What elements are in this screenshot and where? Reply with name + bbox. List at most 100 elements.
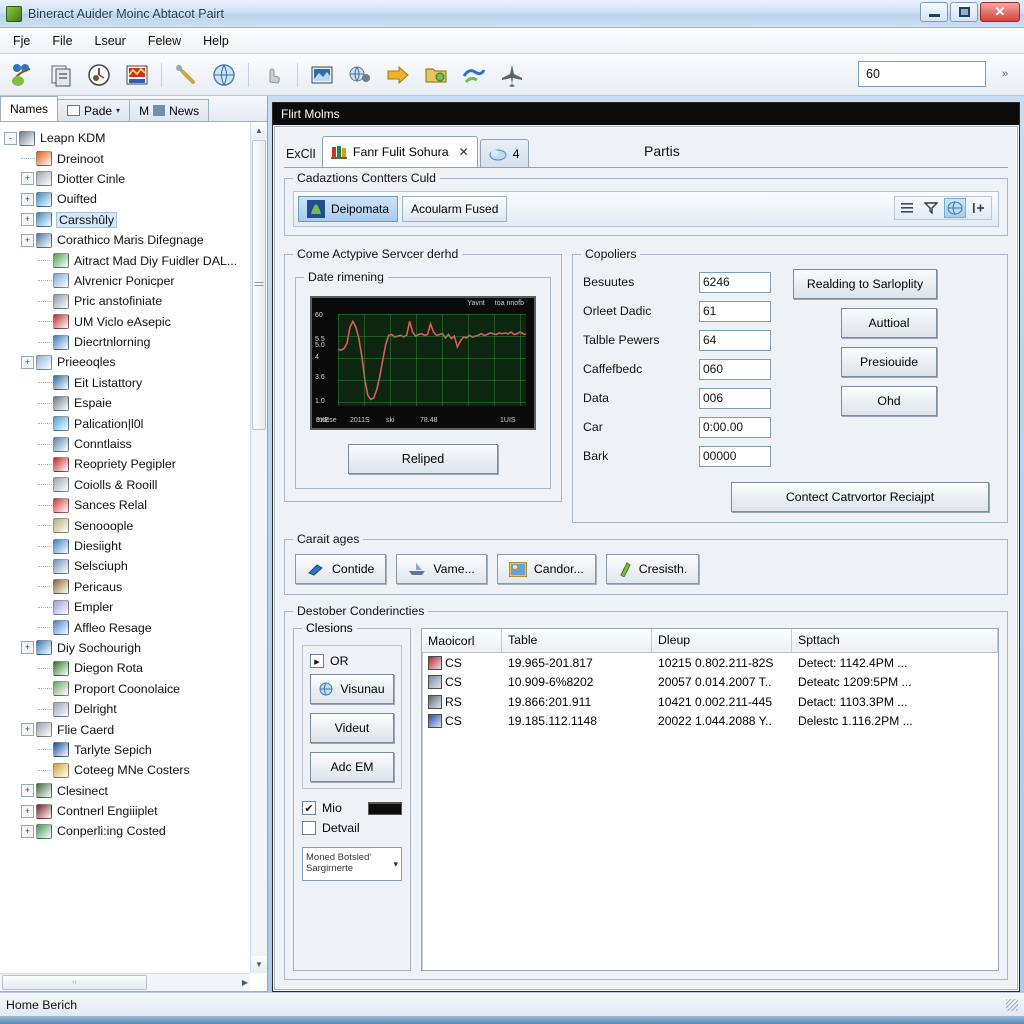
wrench-icon[interactable] xyxy=(169,58,203,92)
tree-item[interactable]: Reopriety Pegipler xyxy=(4,454,249,474)
tree-item[interactable]: Senooople xyxy=(4,515,249,535)
scissors-leaf-icon[interactable] xyxy=(6,58,40,92)
tab-pade[interactable]: Pade ▾ xyxy=(57,99,131,121)
trend-chart[interactable]: Yavnt toa nnofb 60 5.5 5.0 4 3.6 1.0 rns… xyxy=(310,296,536,430)
document-tab-1[interactable]: 4 xyxy=(479,139,529,167)
vertical-scroll-thumb[interactable] xyxy=(252,140,266,430)
search-go-button[interactable]: » xyxy=(994,63,1016,85)
adc-em-button[interactable]: Adc EM xyxy=(310,752,394,782)
tree-item[interactable]: + Clesinect xyxy=(4,781,249,801)
results-list[interactable]: Maoicorl Table Dleup Spttach CS 19.965-20… xyxy=(421,628,999,971)
copoliers-field-input[interactable] xyxy=(699,416,771,438)
mio-row[interactable]: ✔ Mio xyxy=(302,801,402,815)
close-icon[interactable]: ✕ xyxy=(459,145,469,159)
column-header-0[interactable]: Maoicorl xyxy=(422,629,502,652)
tree-item[interactable]: Diesiight xyxy=(4,536,249,556)
tree-item[interactable]: Alvrenicr Ponicper xyxy=(4,271,249,291)
tree-item[interactable]: Pericaus xyxy=(4,577,249,597)
tree-item[interactable]: Coteeg MNe Costers xyxy=(4,760,249,780)
search-box[interactable] xyxy=(858,61,986,87)
tree-expander-icon[interactable]: + xyxy=(21,723,34,737)
table-row[interactable]: RS 19.866:201.911 10421 0.002.211-445 Detac… xyxy=(422,692,998,712)
scroll-down-arrow[interactable]: ▼ xyxy=(251,956,267,973)
scroll-up-arrow[interactable]: ▲ xyxy=(251,122,267,139)
document-tab-0[interactable]: Fanr Fulit Sohura ✕ xyxy=(321,136,478,167)
tree-expander-icon[interactable]: + xyxy=(21,804,34,818)
tree-item[interactable]: Proport Coonolaice xyxy=(4,679,249,699)
copoliers-field-input[interactable] xyxy=(699,329,771,351)
menu-item-2[interactable]: Lseur xyxy=(84,31,137,51)
resize-grip-icon[interactable] xyxy=(1006,998,1018,1011)
cresisth-button[interactable]: Cresisth. xyxy=(605,554,700,584)
tree-item[interactable]: + Diy Sochourigh xyxy=(4,638,249,658)
network-globe-icon[interactable] xyxy=(343,58,377,92)
menu-item-1[interactable]: File xyxy=(41,31,83,51)
mode-combobox[interactable]: Moned Botsled' Sargirnerte ▾ xyxy=(302,847,402,881)
tree-expander-icon[interactable]: + xyxy=(21,784,34,798)
tree-item[interactable]: + Carsshûly xyxy=(4,210,249,230)
tree-expander-icon[interactable]: + xyxy=(21,172,34,186)
folder-tools-icon[interactable] xyxy=(419,58,453,92)
tree-expander-icon[interactable]: + xyxy=(21,192,34,206)
airplane-icon[interactable] xyxy=(495,58,529,92)
color-swatch[interactable] xyxy=(368,801,402,815)
tree-item[interactable]: Tarlyte Sepich xyxy=(4,740,249,760)
tree-item[interactable]: + Conperli:ing Costed xyxy=(4,821,249,841)
tree-expander-icon[interactable]: - xyxy=(4,131,17,145)
vame-button[interactable]: Vame... xyxy=(396,554,487,584)
tree-expander-icon[interactable]: + xyxy=(21,233,34,247)
tree-item[interactable]: UM Viclo eAsepic xyxy=(4,312,249,332)
menu-item-3[interactable]: Felew xyxy=(137,31,192,51)
auttioal-button[interactable]: Auttioal xyxy=(841,308,937,338)
copoliers-field-input[interactable] xyxy=(699,358,771,380)
scroll-right-arrow[interactable]: ▶ xyxy=(242,978,248,987)
copoliers-field-input[interactable] xyxy=(699,387,771,409)
clock-globe-icon[interactable] xyxy=(82,58,116,92)
ohd-button[interactable]: Ohd xyxy=(841,386,937,416)
tree-item[interactable]: Empler xyxy=(4,597,249,617)
tree-item[interactable]: + Flie Caerd xyxy=(4,719,249,739)
maximize-button[interactable] xyxy=(950,2,978,22)
menu-item-0[interactable]: Fje xyxy=(2,31,41,51)
horizontal-scroll-thumb[interactable]: ‹› xyxy=(2,975,147,990)
tree-item[interactable]: Pric anstofiniate xyxy=(4,291,249,311)
tree-item[interactable]: Aitract Mad Diy Fuidler DAL... xyxy=(4,250,249,270)
tree-item[interactable]: + Prieeoqles xyxy=(4,352,249,372)
copoliers-field-input[interactable] xyxy=(699,445,771,467)
tree-item[interactable]: Sances Relal xyxy=(4,495,249,515)
copoliers-field-input[interactable] xyxy=(699,300,771,322)
column-header-1[interactable]: Table xyxy=(502,629,652,652)
detvail-row[interactable]: Detvail xyxy=(302,821,402,835)
tree-item[interactable]: + Diotter Cinle xyxy=(4,169,249,189)
deipomata-button[interactable]: Deipomata xyxy=(298,196,399,222)
or-row[interactable]: ▸ OR xyxy=(310,654,394,668)
contect-catrvortor-button[interactable]: Contect Catrvortor Reciajpt xyxy=(731,482,989,512)
list-lines-icon[interactable] xyxy=(896,198,918,218)
tree-expander-icon[interactable]: + xyxy=(21,213,34,227)
tree-view[interactable]: - Leapn KDM Dreinoot + Diotter Cinle + Ouifted… xyxy=(0,122,249,973)
videut-button[interactable]: Videut xyxy=(310,713,394,743)
picture-frame-icon[interactable] xyxy=(305,58,339,92)
tree-item[interactable]: + Contnerl Engiiiplet xyxy=(4,801,249,821)
globe-refresh-icon[interactable] xyxy=(207,58,241,92)
chevron-down-icon[interactable]: ▾ xyxy=(393,859,398,869)
reload-button[interactable]: Reliped xyxy=(348,444,498,474)
tree-item[interactable]: Diegon Rota xyxy=(4,658,249,678)
filter-funnel-icon[interactable] xyxy=(920,198,942,218)
tree-horizontal-scrollbar[interactable]: ‹› ▶ xyxy=(0,973,250,991)
copoliers-field-input[interactable] xyxy=(699,271,771,293)
table-row[interactable]: CS 19.185.112.1148 20022 1.044.2088 Y.. Del… xyxy=(422,712,998,732)
candor-button[interactable]: Candor... xyxy=(496,554,596,584)
tree-item[interactable]: Affleo Resage xyxy=(4,617,249,637)
search-input[interactable] xyxy=(864,66,980,82)
tree-item[interactable]: Conntlaiss xyxy=(4,434,249,454)
add-column-icon[interactable] xyxy=(968,198,990,218)
tree-item[interactable]: Espaie xyxy=(4,393,249,413)
or-checkbox[interactable]: ▸ xyxy=(310,654,324,668)
tree-item[interactable]: - Leapn KDM xyxy=(4,128,249,148)
chart-image-icon[interactable] xyxy=(120,58,154,92)
tree-item[interactable]: Diecrtnlorning xyxy=(4,332,249,352)
tree-item[interactable]: Eit Listattory xyxy=(4,373,249,393)
tree-vertical-scrollbar[interactable]: ▲ ▼ xyxy=(250,122,267,973)
tree-expander-icon[interactable]: + xyxy=(21,641,34,655)
